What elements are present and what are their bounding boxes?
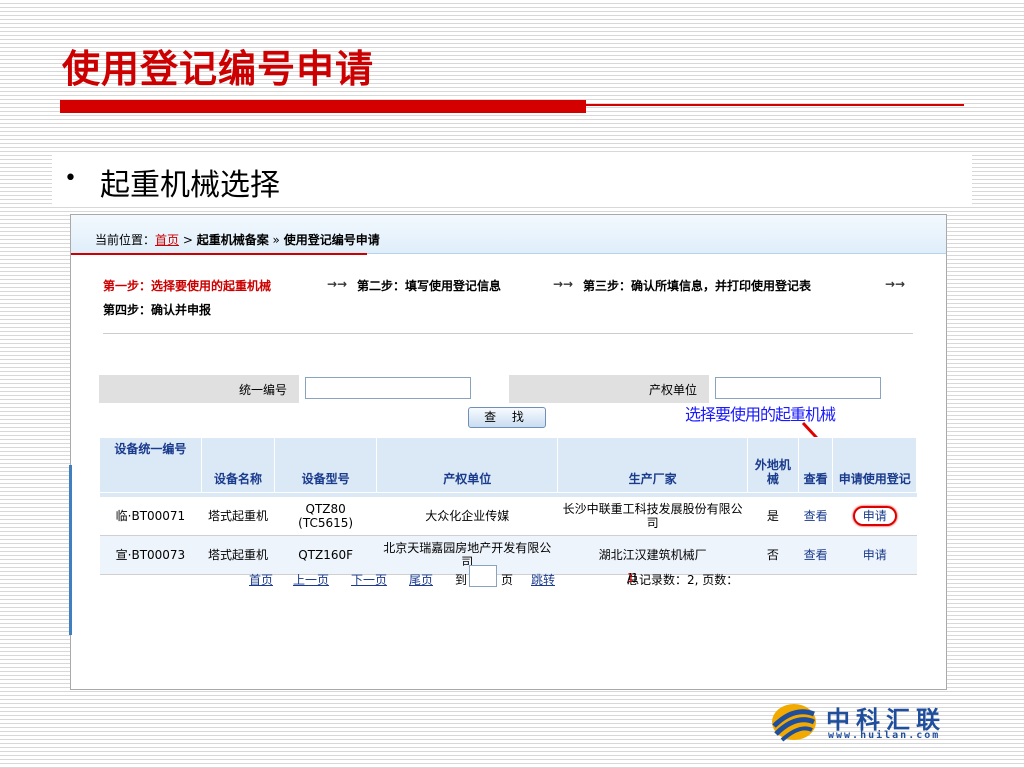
step-3-label: 第三步：确认所填信息，并打印使用登记表 [583, 279, 812, 293]
breadcrumb-sep: » [268, 233, 284, 247]
logo-swirl-icon [772, 704, 816, 742]
col-header-view: 查看 [797, 437, 834, 493]
pager-page-input[interactable] [469, 565, 497, 587]
col-header-apply: 申请使用登记 [832, 437, 917, 493]
steps-divider [103, 333, 913, 334]
cell-owner: 北京天瑞嘉园房地产开发有限公司 [376, 535, 558, 575]
pagination: 首页 上一页 下一页 尾页 到 页 跳转 总记录数：2, 页数： 1/1 [71, 565, 946, 591]
cell-name: 塔式起重机 [201, 497, 275, 536]
search-label-cell: 产权单位 [509, 375, 709, 403]
step-4-label: 第四步：确认并申报 [103, 303, 212, 317]
slide-title: 使用登记编号申请 [62, 46, 375, 91]
equipment-table: 设备统一编号 设备名称 设备型号 产权单位 生产厂家 外地机械 查看 申请使用登… [99, 437, 917, 575]
step-arrow: →→ [553, 277, 574, 291]
cell-owner: 大众化企业传媒 [376, 497, 558, 536]
pager-prev-link[interactable]: 上一页 [293, 571, 329, 588]
unified-code-input[interactable] [305, 377, 471, 399]
pager-next-link[interactable]: 下一页 [351, 571, 387, 588]
search-label-cell: 统一编号 [99, 375, 299, 403]
col-header-model: 设备型号 [274, 437, 378, 493]
cell-maker: 湖北江汉建筑机械厂 [557, 535, 748, 575]
cell-model: QTZ80 (TC5615) [274, 497, 377, 536]
breadcrumb-home-link[interactable]: 首页 [155, 233, 179, 247]
search-button[interactable]: 查 找 [468, 407, 546, 428]
col-header-owner: 产权单位 [376, 437, 559, 493]
wizard-steps: 第一步：选择要使用的起重机械 →→ 第二步：填写使用登记信息 →→ 第三步：确认… [103, 277, 923, 325]
breadcrumb-level2: 起重机械备案 [196, 233, 269, 247]
app-screenshot: 当前位置：首页 > 起重机械备案 » 使用登记编号申请 第一步：选择要使用的起重… [69, 214, 947, 690]
step-2-label: 第二步：填写使用登记信息 [357, 279, 502, 293]
cell-foreign: 否 [747, 535, 799, 575]
pager-summary-prefix: 总记录数：2, 页数： [627, 573, 739, 587]
logo-en-text: www.huilan.com [828, 730, 941, 741]
pager-last-link[interactable]: 尾页 [409, 571, 433, 588]
pager-goto-suffix: 页 [501, 573, 514, 587]
col-header-code: 设备统一编号 [99, 437, 202, 493]
search-form: 统一编号 产权单位 [99, 375, 917, 403]
company-logo: 中科汇联 www.huilan.com [770, 700, 970, 744]
view-link[interactable]: 查看 [804, 509, 828, 523]
pager-jump-link[interactable]: 跳转 [531, 571, 555, 588]
breadcrumb-accent-line [71, 253, 367, 255]
pager-total-pages: /1 [627, 571, 639, 585]
step-arrow: →→ [885, 277, 906, 291]
cell-code: 临·BT00071 [99, 497, 202, 536]
table-row: 宣·BT00073 塔式起重机 QTZ160F 北京天瑞嘉园房地产开发有限公司 … [99, 535, 917, 575]
breadcrumb: 当前位置：首页 > 起重机械备案 » 使用登记编号申请 [95, 231, 380, 248]
apply-link[interactable]: 申请 [852, 506, 897, 526]
breadcrumb-prefix: 当前位置： [95, 233, 156, 247]
step-1-label: 第一步：选择要使用的起重机械 [103, 279, 272, 293]
table-row: 临·BT00071 塔式起重机 QTZ80 (TC5615) 大众化企业传媒 长… [99, 497, 917, 536]
pager-goto-prefix: 到 [455, 573, 468, 587]
cell-code: 宣·BT00073 [99, 535, 202, 575]
breadcrumb-sep: > [179, 233, 197, 247]
table-header-row: 设备统一编号 设备名称 设备型号 产权单位 生产厂家 外地机械 查看 申请使用登… [99, 437, 917, 493]
breadcrumb-level3: 使用登记编号申请 [283, 233, 380, 247]
cell-maker: 长沙中联重工科技发展股份有限公司 [557, 497, 748, 536]
cell-model: QTZ160F [274, 535, 377, 575]
bullet-text: 起重机械选择 [100, 168, 280, 203]
title-underline-thick [60, 100, 586, 113]
apply-link[interactable]: 申请 [863, 548, 887, 562]
owner-unit-label: 产权单位 [649, 383, 698, 397]
pager-first-link[interactable]: 首页 [249, 571, 273, 588]
left-edge-strip [69, 465, 72, 635]
col-header-foreign: 外地机械 [746, 437, 799, 493]
step-arrow: →→ [327, 277, 348, 291]
view-link[interactable]: 查看 [804, 548, 828, 562]
owner-unit-input[interactable] [715, 377, 881, 399]
col-header-maker: 生产厂家 [557, 437, 748, 493]
bullet-dot: • [64, 166, 77, 191]
unified-code-label: 统一编号 [239, 383, 288, 397]
cell-foreign: 是 [747, 497, 799, 536]
col-header-name: 设备名称 [200, 437, 276, 493]
breadcrumb-bar: 当前位置：首页 > 起重机械备案 » 使用登记编号申请 [71, 215, 946, 253]
title-underline-thin [586, 104, 964, 106]
cell-name: 塔式起重机 [201, 535, 275, 575]
